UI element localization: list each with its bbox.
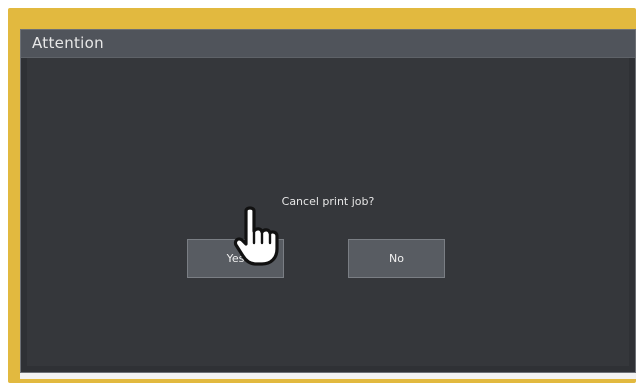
- dialog-message: Cancel print job?: [281, 195, 375, 208]
- dialog-titlebar: Attention: [21, 30, 635, 58]
- bottom-strip: [20, 373, 636, 379]
- hand-pointer-icon: [233, 206, 279, 266]
- dialog-content: Cancel print job? Yes No: [27, 58, 629, 366]
- dialog-title: Attention: [32, 34, 104, 52]
- no-button[interactable]: No: [348, 239, 445, 278]
- attention-dialog: Attention Cancel print job? Yes No: [20, 29, 636, 373]
